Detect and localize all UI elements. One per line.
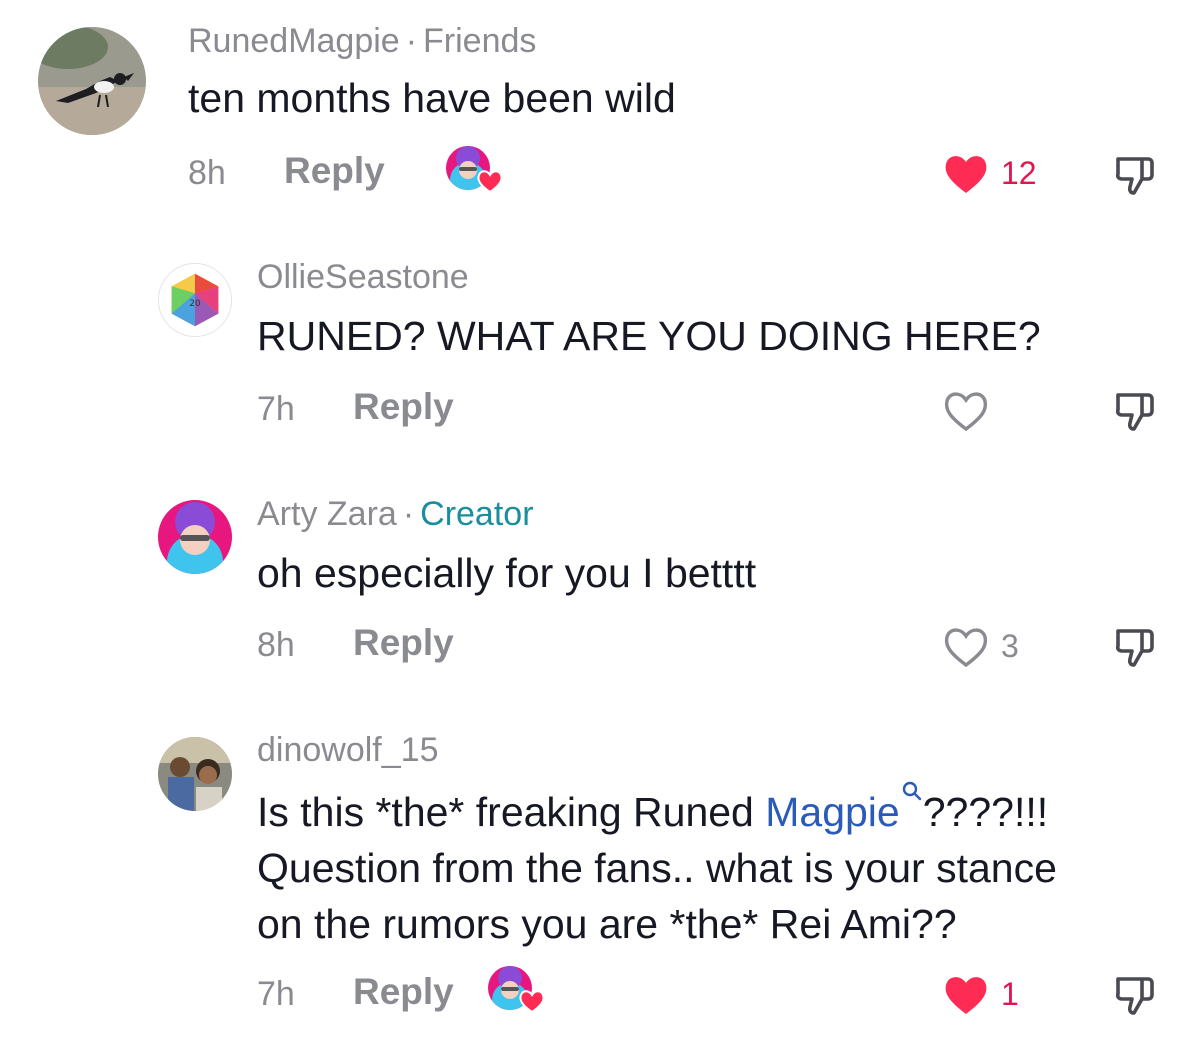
comment-header: Arty Zara · Creator: [257, 495, 534, 534]
reply-button[interactable]: Reply: [353, 971, 454, 1013]
comment-thread: RunedMagpie · Friends ten months have been…: [0, 0, 1200, 1037]
text-segment: ????!!!: [922, 789, 1049, 835]
creator-avatar-image: [158, 500, 232, 574]
comment-header: OllieSeastone: [257, 258, 469, 297]
like-count: 3: [1001, 628, 1019, 664]
like-count: 1: [1001, 976, 1019, 1012]
avatar[interactable]: [158, 737, 232, 811]
username[interactable]: Arty Zara: [257, 495, 397, 533]
heart-icon[interactable]: [942, 151, 990, 195]
comment-text: ten months have been wild: [188, 75, 676, 121]
friends-tag: Friends: [423, 22, 537, 60]
comment-header: dinowolf_15: [257, 731, 438, 770]
heart-icon[interactable]: [942, 972, 990, 1016]
comment-time: 7h: [257, 975, 295, 1013]
username[interactable]: RunedMagpie: [188, 22, 400, 60]
dinowolf-avatar-image: [158, 737, 232, 811]
separator-dot: ·: [405, 22, 418, 60]
d20-dice-avatar-image: 20: [159, 264, 231, 336]
text-segment: Is this *the* freaking Runed: [257, 789, 766, 835]
comment-text-line: Is this *the* freaking Runed Magpie????!…: [257, 780, 1057, 840]
comment-time: 8h: [257, 626, 295, 664]
comment-text-line: Question from the fans.. what is your st…: [257, 845, 1057, 891]
mention-link[interactable]: Magpie: [765, 789, 899, 835]
comment-time: 7h: [257, 390, 295, 428]
like-count: 12: [1001, 155, 1037, 191]
thumbs-down-icon[interactable]: [1112, 389, 1158, 435]
heart-icon[interactable]: [942, 388, 990, 432]
reply-button[interactable]: Reply: [284, 150, 385, 192]
thumbs-down-icon[interactable]: [1112, 973, 1158, 1019]
svg-text:20: 20: [189, 299, 200, 309]
reply-button[interactable]: Reply: [353, 622, 454, 664]
thumbs-down-icon[interactable]: [1112, 625, 1158, 671]
heart-icon[interactable]: [942, 624, 990, 668]
search-icon: [902, 781, 921, 801]
comment-text: RUNED? WHAT ARE YOU DOING HERE?: [257, 313, 1041, 359]
avatar[interactable]: [38, 27, 146, 135]
comment-text: Is this *the* freaking Runed Magpie????!…: [257, 780, 1057, 952]
heart-icon: [519, 990, 545, 1014]
avatar[interactable]: 20: [158, 263, 232, 337]
comment-header: RunedMagpie · Friends: [188, 22, 536, 61]
separator-dot: ·: [402, 495, 415, 533]
magpie-avatar-image: [38, 27, 146, 135]
liked-by-creator-badge: [488, 966, 545, 1014]
reply-button[interactable]: Reply: [353, 386, 454, 428]
creator-tag: Creator: [420, 495, 534, 533]
thumbs-down-icon[interactable]: [1112, 153, 1158, 199]
comment-text-line: on the rumors you are *the* Rei Ami??: [257, 901, 957, 947]
liked-by-creator-badge: [446, 146, 503, 194]
avatar[interactable]: [158, 500, 232, 574]
username[interactable]: OllieSeastone: [257, 258, 469, 296]
comment-time: 8h: [188, 154, 226, 192]
username[interactable]: dinowolf_15: [257, 731, 438, 769]
heart-icon: [477, 170, 503, 194]
comment-text: oh especially for you I betttt: [257, 550, 757, 596]
